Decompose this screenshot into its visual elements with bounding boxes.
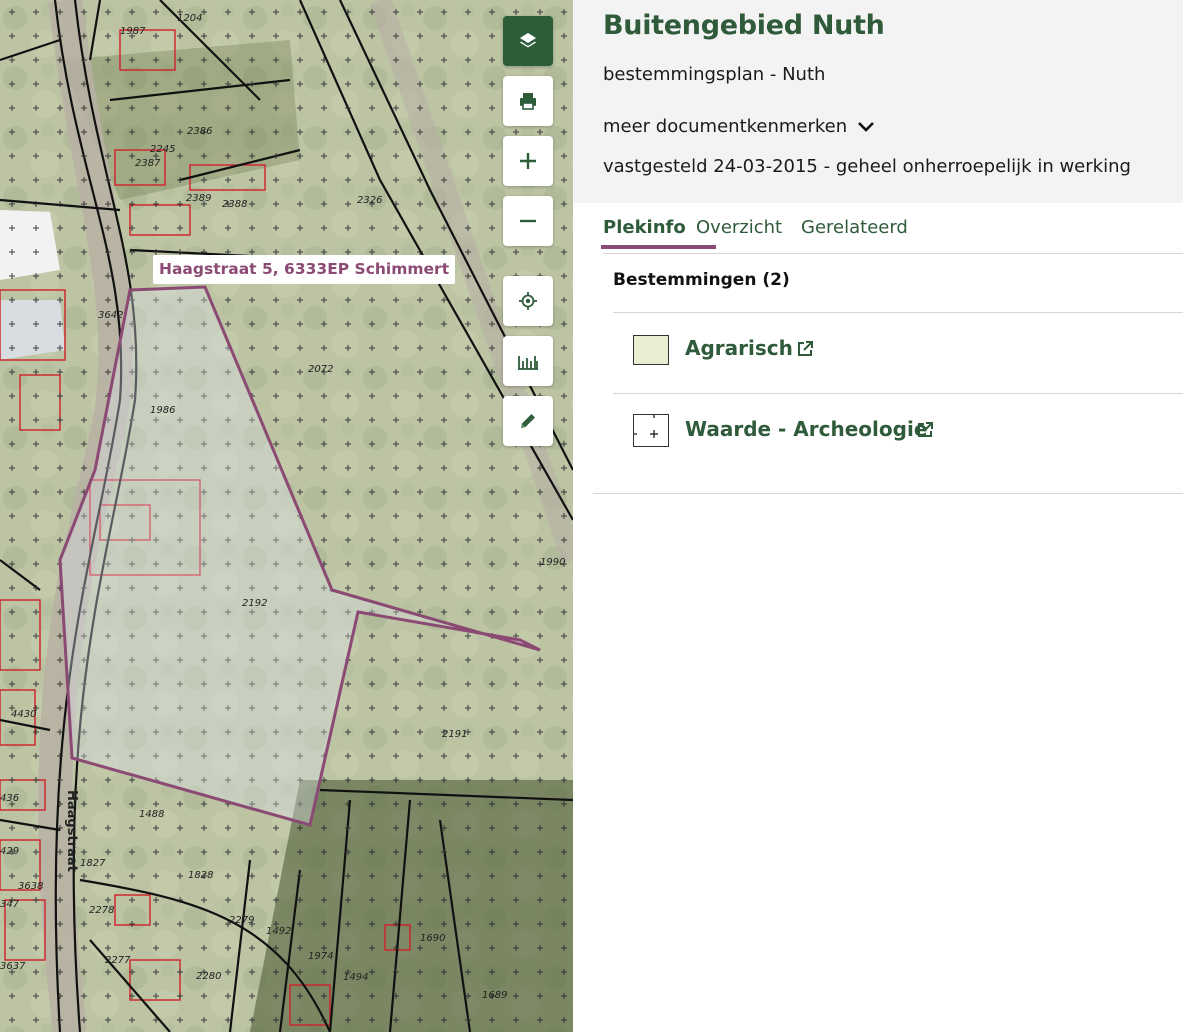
parcel-number: 3637 [0,961,26,972]
pencil-icon [521,414,535,428]
tab-plekinfo[interactable]: Plekinfo [603,217,686,238]
layers-icon [520,33,536,48]
parcel-number: 3642 [98,310,123,321]
parcel-number: 3638 [18,881,43,892]
parcel-number: 1828 [188,870,213,881]
locate-button[interactable] [503,276,553,326]
parcel-number: 1488 [139,809,164,820]
print-button[interactable] [503,76,553,126]
document-status: vastgesteld 24-03-2015 - geheel onherroe… [603,156,1131,177]
parcel-number: 1690 [420,933,445,944]
parcel-number: 1689 [482,990,507,1001]
printer-icon [520,93,536,110]
parcel-number: 2279 [229,915,254,926]
list-item[interactable]: Waarde - Archeologie [613,393,1183,474]
info-panel: Buitengebied Nuth bestemmingsplan - Nuth… [573,0,1183,1032]
parcel-number: 1987 [120,26,146,37]
minus-icon [520,219,536,223]
list-item[interactable]: Agrarisch [613,312,1183,393]
section-title: Bestemmingen (2) [613,270,790,290]
list-item-label[interactable]: Agrarisch [685,336,793,360]
draw-button[interactable] [503,396,553,446]
map-canvas[interactable]: 1204 1987 2386 2245 2387 2389 2388 2326 … [0,0,573,1032]
parcel-number: 2278 [89,905,114,916]
parcel-number: 1990 [540,557,565,568]
parcel-number: 2277 [105,955,131,966]
parcel-number: 1494 [343,972,368,983]
ruler-icon [518,356,538,370]
parcel-number: 2072 [308,364,333,375]
external-link-icon[interactable] [795,339,815,359]
street-label: Haagstraat [64,790,79,872]
measure-button[interactable] [503,336,553,386]
parcel-number: 2326 [357,195,382,206]
document-title: Buitengebied Nuth [603,10,885,41]
parcel-number: 2389 [186,193,211,204]
cross-pattern-icon [634,415,658,438]
parcel-number: 347 [0,899,20,910]
tab-overzicht[interactable]: Overzicht [696,217,782,238]
parcel-number: 2192 [242,598,267,609]
layers-button[interactable] [503,16,553,66]
parcel-number: 2191 [442,729,467,740]
map-view[interactable]: 1204 1987 2386 2245 2387 2389 2388 2326 … [0,0,573,1032]
parcel-number: 4430 [11,709,36,720]
zone-swatch [633,335,669,365]
parcel-number: 2386 [187,126,212,137]
document-subtitle: bestemmingsplan - Nuth [603,64,826,85]
tab-gerelateerd[interactable]: Gerelateerd [801,217,908,238]
plus-icon [520,153,536,169]
parcel-number: 2387 [135,158,161,169]
zoom-out-button[interactable] [503,196,553,246]
address-label: Haagstraat 5, 6333EP Schimmert [153,255,456,284]
parcel-number: 1204 [177,13,202,24]
document-header: Buitengebied Nuth bestemmingsplan - Nuth… [573,0,1183,203]
parcel-number: 436 [0,793,19,804]
more-properties-label: meer documentkenmerken [603,116,848,137]
parcel-number: 2280 [196,971,221,982]
zoom-in-button[interactable] [503,136,553,186]
parcel-number: 1974 [308,951,333,962]
divider [593,493,1183,494]
parcel-number: 429 [0,846,19,857]
more-properties-toggle[interactable]: meer documentkenmerken [603,116,875,137]
parcel-number: 1827 [80,858,106,869]
active-tab-indicator [601,245,716,249]
external-link-icon[interactable] [915,420,935,440]
list-item-label[interactable]: Waarde - Archeologie [685,417,927,441]
parcel-number: 1986 [150,405,175,416]
chevron-down-icon [858,121,875,132]
zone-swatch [633,414,669,447]
parcel-number: 2245 [150,144,175,155]
parcel-number: 2388 [222,199,247,210]
crosshair-icon [519,292,537,310]
parcel-number: 1492 [266,926,291,937]
